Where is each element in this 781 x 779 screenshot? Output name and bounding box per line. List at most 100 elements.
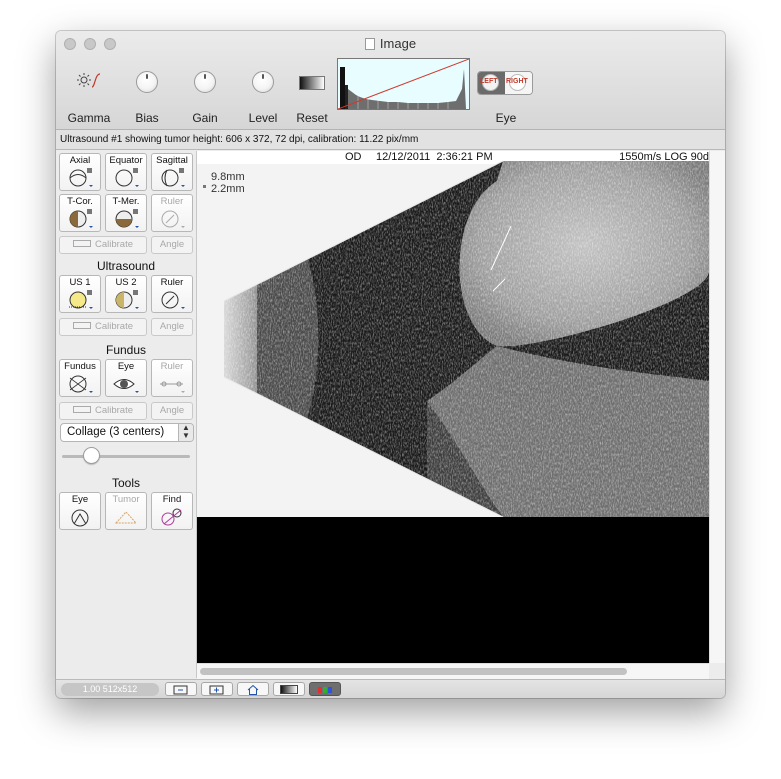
scanner-settings-text: 1550m/s LOG 90d: [619, 151, 709, 163]
level-knob-icon: [252, 71, 274, 93]
fundus-ruler-icon: [160, 381, 185, 393]
angle-label-2: Angle: [159, 321, 185, 332]
eye-icon: [113, 379, 139, 393]
calibrate-label-3: Calibrate: [94, 405, 134, 416]
eye-toggle[interactable]: LEFT RIGHT: [477, 71, 533, 95]
horizontal-scroll-thumb[interactable]: [200, 668, 627, 675]
us1-button[interactable]: US 1: [59, 275, 101, 313]
angle-button-2[interactable]: Angle: [151, 318, 193, 336]
angle-button-3[interactable]: Angle: [151, 402, 193, 420]
tool-eye-button[interactable]: Eye: [59, 492, 101, 530]
angle-button-1[interactable]: Angle: [151, 236, 193, 254]
view-sagittal-label: Sagittal: [156, 155, 188, 166]
tool-tumor-button[interactable]: Tumor: [105, 492, 147, 530]
ruler-eye-icon: [161, 210, 185, 228]
us2-button[interactable]: US 2: [105, 275, 147, 313]
tcor-eye-icon: [69, 209, 93, 228]
eye-right-option[interactable]: RIGHT: [505, 72, 532, 94]
eye-left-text: LEFT: [480, 78, 498, 85]
zoom-in-button[interactable]: [201, 682, 233, 696]
angle-label-1: Angle: [159, 239, 185, 250]
fundus-eye-button[interactable]: Eye: [105, 359, 147, 397]
eye-label: Eye: [495, 111, 517, 125]
view-tcor-button[interactable]: T-Cor.: [59, 194, 101, 232]
us-ruler-button[interactable]: Ruler: [151, 275, 193, 313]
collage-select-value: Collage (3 centers): [67, 426, 165, 438]
collage-slider-track[interactable]: [62, 455, 190, 458]
view-tmer-button[interactable]: T-Mer.: [105, 194, 147, 232]
view-sagittal-button[interactable]: Sagittal: [151, 153, 193, 191]
fundus-eye-label: Eye: [117, 361, 135, 372]
us1-label: US 1: [69, 277, 91, 288]
find-icon: [161, 508, 182, 526]
grayscale-icon: [280, 685, 298, 694]
us2-icon: [115, 290, 139, 309]
bias-label: Bias: [135, 111, 159, 125]
view-axial-button[interactable]: Axial: [59, 153, 101, 191]
view-ruler-button[interactable]: Ruler: [151, 194, 193, 232]
updown-arrow-icon: ▲ ▼: [178, 424, 193, 441]
equator-eye-icon: [115, 168, 139, 187]
us2-label: US 2: [115, 277, 137, 288]
eye-left-option[interactable]: LEFT: [478, 72, 505, 94]
reset-button[interactable]: [299, 76, 325, 90]
tool-find-label: Find: [162, 494, 182, 505]
image-window: Image Gamma Bias Gain Level Reset LEFT R…: [56, 31, 725, 698]
fundus-section-title: Fundus: [105, 343, 147, 357]
view-tcor-label: T-Cor.: [67, 196, 93, 207]
image-viewer[interactable]: OD 12/12/2011 2:36:21 PM 1550m/s LOG 90d…: [197, 151, 709, 663]
bias-knob-icon: [136, 71, 158, 93]
calibrate-button-3[interactable]: Calibrate: [59, 402, 147, 420]
zoom-out-button[interactable]: [165, 682, 197, 696]
fundus-icon: [69, 375, 93, 393]
home-button[interactable]: [237, 682, 269, 696]
gain-knob-icon: [194, 71, 216, 93]
bias-knob[interactable]: [136, 71, 158, 93]
vertical-scrollbar[interactable]: [709, 151, 725, 663]
calibrate-label-1: Calibrate: [94, 239, 134, 250]
tools-section-title: Tools: [111, 476, 140, 490]
horizontal-scrollbar[interactable]: [197, 663, 709, 679]
angle-label-3: Angle: [159, 405, 185, 416]
tool-find-button[interactable]: Find: [151, 492, 193, 530]
window-title-text: Image: [379, 36, 417, 51]
ruler-icon: [72, 240, 91, 247]
ruler-icon: [72, 406, 91, 413]
histogram[interactable]: [337, 58, 470, 110]
gamma-label: Gamma: [67, 111, 111, 125]
fundus-label: Fundus: [64, 361, 96, 372]
window-title: Image: [56, 36, 725, 51]
ultrasound-section-title: Ultrasound: [96, 259, 156, 273]
tumor-icon: [114, 511, 138, 524]
reset-label: Reset: [296, 111, 328, 125]
grayscale-button[interactable]: [273, 682, 305, 696]
us-ruler-icon: [161, 291, 185, 309]
gamma-control[interactable]: [76, 71, 104, 96]
us-ruler-label: Ruler: [160, 277, 184, 288]
measure-label-2: 2.2mm: [211, 183, 245, 195]
calibrate-button-1[interactable]: Calibrate: [59, 236, 147, 254]
calibrate-button-2[interactable]: Calibrate: [59, 318, 147, 336]
color-channels-icon: [318, 687, 332, 693]
view-equator-button[interactable]: Equator: [105, 153, 147, 191]
collage-select[interactable]: Collage (3 centers) ▲ ▼: [60, 423, 194, 442]
fundus-ruler-button[interactable]: Ruler: [151, 359, 193, 397]
fundus-button[interactable]: Fundus: [59, 359, 101, 397]
gain-knob[interactable]: [194, 71, 216, 93]
home-icon: [247, 684, 259, 695]
gain-label: Gain: [192, 111, 218, 125]
ultrasound-image: [197, 151, 709, 663]
collage-slider-thumb[interactable]: [83, 447, 100, 464]
bottom-bar: 1.00 512x512: [56, 679, 725, 698]
level-knob[interactable]: [252, 71, 274, 93]
gamma-icon: [77, 73, 101, 88]
color-button[interactable]: [309, 682, 341, 696]
calibrate-label-2: Calibrate: [94, 321, 134, 332]
ruler-icon: [72, 322, 91, 329]
view-tmer-label: T-Mer.: [112, 196, 140, 207]
view-axial-label: Axial: [69, 155, 91, 166]
fundus-ruler-label: Ruler: [160, 361, 184, 372]
reset-gradient-icon: [299, 76, 325, 90]
us1-icon: [69, 290, 93, 309]
sagittal-eye-icon: [161, 168, 185, 187]
